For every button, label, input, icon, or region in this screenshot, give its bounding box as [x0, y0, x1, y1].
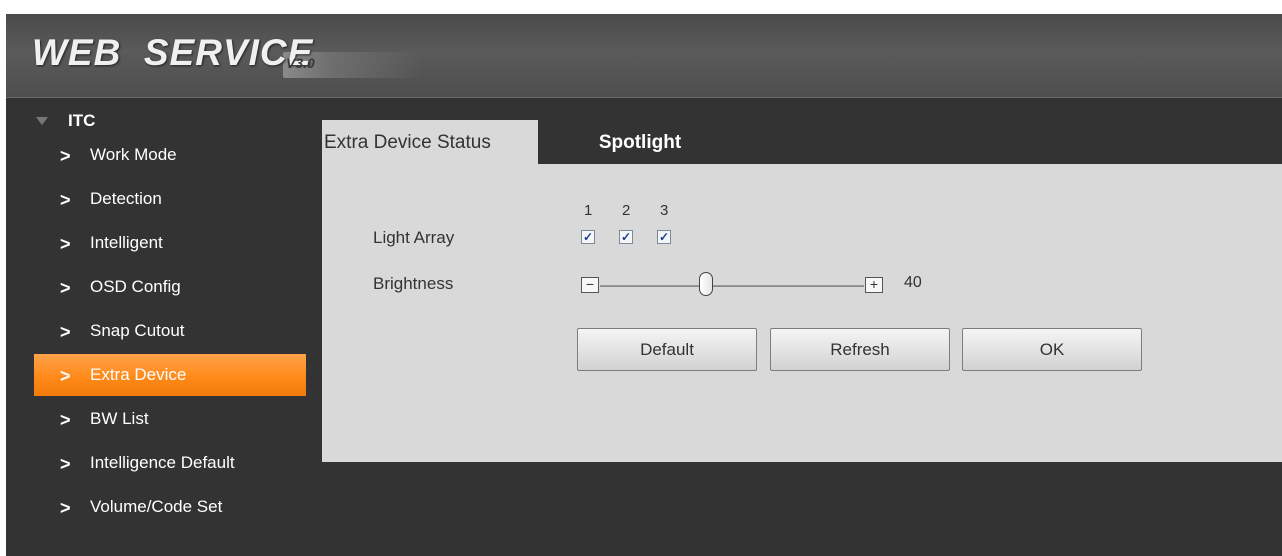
sidebar-item-intelligence-default[interactable]: > Intelligence Default: [6, 442, 306, 484]
triangle-down-icon: [36, 117, 48, 125]
light-array-column-1: 1: [584, 202, 593, 219]
brightness-value: 40: [904, 274, 922, 291]
sidebar-item-bw-list[interactable]: > BW List: [6, 398, 306, 440]
light-array-column-3: 3: [660, 202, 669, 219]
sidebar-item-label: Extra Device: [90, 365, 187, 384]
sidebar-item-osd-config[interactable]: > OSD Config: [6, 266, 306, 308]
sidebar-item-label: Volume/Code Set: [90, 497, 223, 516]
header: WEB SERVICE V3.0: [6, 14, 1282, 98]
app-logo: WEB SERVICE: [32, 32, 314, 73]
brightness-decrease-button[interactable]: −: [581, 277, 599, 293]
sidebar-item-label: OSD Config: [90, 277, 181, 296]
chevron-right-icon: >: [60, 498, 71, 518]
brightness-label: Brightness: [373, 274, 454, 293]
chevron-right-icon: >: [60, 146, 71, 166]
light-array-column-2: 2: [622, 202, 631, 219]
ok-button[interactable]: OK: [962, 328, 1142, 371]
chevron-right-icon: >: [60, 322, 71, 342]
sidebar-group-label: ITC: [68, 111, 96, 130]
light-array-checkbox-2[interactable]: ✓: [619, 230, 633, 244]
brightness-slider-thumb[interactable]: [698, 272, 713, 296]
sidebar-item-intelligent[interactable]: > Intelligent: [6, 222, 306, 264]
chevron-right-icon: >: [60, 278, 71, 298]
chevron-right-icon: >: [60, 366, 71, 386]
tab-bar: Extra Device Status Spotlight: [322, 120, 1282, 164]
refresh-button[interactable]: Refresh: [770, 328, 950, 371]
sidebar-item-label: Detection: [90, 189, 162, 208]
chevron-right-icon: >: [60, 410, 71, 430]
sidebar-item-label: Work Mode: [90, 145, 177, 164]
tab-label: Extra Device Status: [324, 132, 491, 153]
default-button[interactable]: Default: [577, 328, 757, 371]
light-array-label: Light Array: [373, 228, 455, 247]
sidebar-item-label: Snap Cutout: [90, 321, 185, 340]
app-window: WEB SERVICE V3.0 ITC > Work Mode > Detec…: [6, 14, 1282, 556]
tab-extra-device-status[interactable]: Extra Device Status: [322, 120, 538, 164]
app-version: V3.0: [286, 55, 315, 71]
chevron-right-icon: >: [60, 234, 71, 254]
sidebar-item-snap-cutout[interactable]: > Snap Cutout: [6, 310, 306, 352]
light-array-checkbox-3[interactable]: ✓: [657, 230, 671, 244]
sidebar-item-extra-device[interactable]: > Extra Device: [34, 354, 306, 396]
sidebar-item-label: Intelligence Default: [90, 453, 235, 472]
tab-label: Spotlight: [598, 132, 682, 153]
brightness-slider-track[interactable]: [600, 285, 864, 287]
sidebar-item-label: BW List: [90, 409, 149, 428]
sidebar-item-label: Intelligent: [90, 233, 163, 252]
chevron-right-icon: >: [60, 454, 71, 474]
sidebar-item-volume-code-set[interactable]: > Volume/Code Set: [6, 486, 306, 528]
tab-spotlight[interactable]: Spotlight: [538, 120, 742, 164]
chevron-right-icon: >: [60, 190, 71, 210]
sidebar-item-work-mode[interactable]: > Work Mode: [6, 134, 306, 176]
sidebar: ITC > Work Mode > Detection > Intelligen…: [6, 100, 306, 556]
brightness-increase-button[interactable]: +: [865, 277, 883, 293]
light-array-checkbox-1[interactable]: ✓: [581, 230, 595, 244]
sidebar-item-detection[interactable]: > Detection: [6, 178, 306, 220]
spotlight-panel: 1 2 3 Light Array ✓ ✓ ✓ Brightness − + 4…: [322, 164, 1282, 462]
